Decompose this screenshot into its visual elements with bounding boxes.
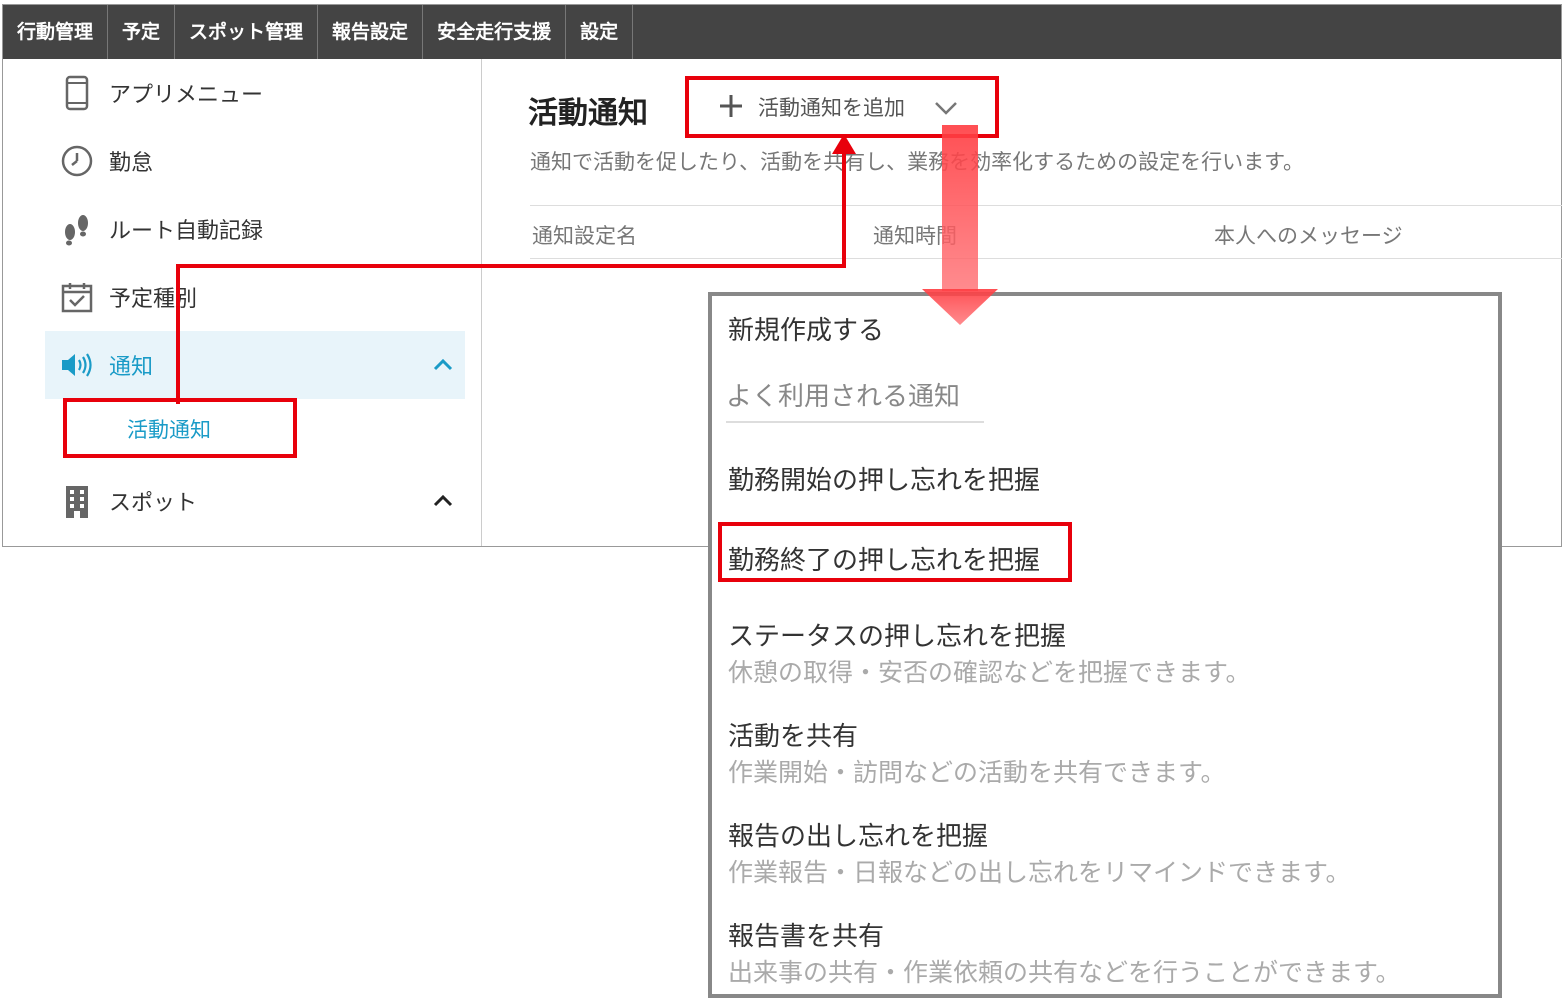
sidebar-item-attendance[interactable]: 勤怠 <box>45 127 465 195</box>
down-arrow-icon <box>920 125 1000 331</box>
sidebar-item-notification[interactable]: 通知 <box>45 331 465 399</box>
add-notification-dropdown: 新規作成する よく利用される通知 勤務開始の押し忘れを把握 勤務終了の押し忘れを… <box>708 292 1502 998</box>
speaker-icon <box>57 345 97 385</box>
sidebar: アプリメニュー 勤怠 ルート自動記録 予定種別 通知 活動通知 スポット <box>3 59 482 546</box>
chevron-up-icon[interactable] <box>431 353 455 377</box>
sidebar-item-app-menu[interactable]: アプリメニュー <box>45 59 465 127</box>
sidebar-item-label: スポット <box>109 491 198 516</box>
nav-behavior-management[interactable]: 行動管理 <box>3 5 109 59</box>
dropdown-item-description: 作業開始・訪問などの活動を共有できます。 <box>728 758 1226 787</box>
sidebar-item-spot[interactable]: スポット <box>45 467 465 535</box>
phone-icon <box>57 73 97 113</box>
nav-settings[interactable]: 設定 <box>566 5 634 59</box>
dropdown-item-description: 休憩の取得・安否の確認などを把握できます。 <box>728 658 1251 687</box>
column-header-message[interactable]: 本人へのメッセージ <box>1214 220 1403 250</box>
dropdown-item[interactable]: 報告書を共有 出来事の共有・作業依頼の共有などを行うことができます。 <box>728 916 1401 989</box>
nav-schedule[interactable]: 予定 <box>108 5 176 59</box>
nav-report-settings[interactable]: 報告設定 <box>318 5 424 59</box>
nav-spot-management[interactable]: スポット管理 <box>175 5 319 59</box>
dropdown-item-description: 出来事の共有・作業依頼の共有などを行うことができます。 <box>728 958 1401 987</box>
building-icon <box>57 481 97 521</box>
sidebar-item-route-record[interactable]: ルート自動記録 <box>45 195 465 263</box>
dropdown-item[interactable]: ステータスの押し忘れを把握 休憩の取得・安否の確認などを把握できます。 <box>728 616 1251 689</box>
chevron-up-icon[interactable] <box>431 489 455 513</box>
dropdown-section-heading: よく利用される通知 <box>726 376 984 423</box>
dropdown-item-description: 作業報告・日報などの出し忘れをリマインドできます。 <box>728 858 1351 887</box>
dropdown-item-label: 活動を共有 <box>728 722 859 752</box>
sidebar-item-label: 勤怠 <box>109 151 154 176</box>
sidebar-item-label: 通知 <box>109 355 154 380</box>
sidebar-item-label: ルート自動記録 <box>109 219 264 244</box>
page-description: 通知で活動を促したり、活動を共有し、業務を効率化するための設定を行います。 <box>530 150 1305 174</box>
dropdown-item[interactable]: 活動を共有 作業開始・訪問などの活動を共有できます。 <box>728 716 1226 789</box>
dropdown-item-label: 報告書を共有 <box>728 922 885 952</box>
sidebar-item-label: アプリメニュー <box>109 83 264 108</box>
dropdown-item-label: 報告の出し忘れを把握 <box>728 822 989 852</box>
clock-icon <box>57 141 97 181</box>
sidebar-item-schedule-type[interactable]: 予定種別 <box>45 263 465 331</box>
top-navigation: 行動管理 予定 スポット管理 報告設定 安全走行支援 設定 <box>3 5 1561 59</box>
dropdown-item-label: ステータスの押し忘れを把握 <box>728 622 1067 652</box>
annotation-connector <box>176 264 846 268</box>
column-header-name[interactable]: 通知設定名 <box>532 220 637 250</box>
dropdown-item[interactable]: 勤務開始の押し忘れを把握 <box>728 460 1040 497</box>
sidebar-item-label: 予定種別 <box>109 287 198 312</box>
dropdown-item-label: 勤務開始の押し忘れを把握 <box>728 466 1041 496</box>
nav-safe-driving[interactable]: 安全走行支援 <box>423 5 567 59</box>
dropdown-item[interactable]: 報告の出し忘れを把握 作業報告・日報などの出し忘れをリマインドできます。 <box>728 816 1351 889</box>
dropdown-item-new[interactable]: 新規作成する <box>728 310 884 347</box>
annotation-highlight-sub-item <box>63 398 297 458</box>
calendar-check-icon <box>57 277 97 317</box>
page-title: 活動通知 <box>528 96 648 131</box>
annotation-highlight-option <box>718 522 1072 582</box>
table-header: 通知設定名 通知時間 本人へのメッセージ <box>530 205 1562 259</box>
annotation-connector <box>176 264 180 404</box>
annotation-connector <box>842 150 846 268</box>
footprints-icon <box>57 209 97 249</box>
